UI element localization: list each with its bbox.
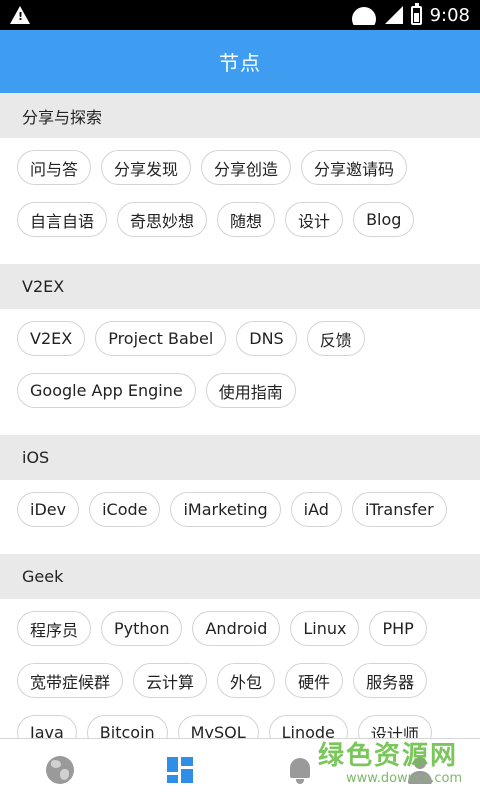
node-tag[interactable]: 程序员 xyxy=(17,611,92,646)
node-tag[interactable]: 设计师 xyxy=(357,715,432,738)
tab-nodes[interactable] xyxy=(120,739,240,800)
section-header-share: 分享与探索 xyxy=(0,93,480,138)
node-list[interactable]: 分享与探索 问与答 分享发现 分享创造 分享邀请码 自言自语 奇思妙想 随想 设… xyxy=(0,93,480,738)
node-tag[interactable]: 分享发现 xyxy=(101,150,192,185)
node-tag[interactable]: 宽带症候群 xyxy=(17,663,124,698)
node-tag[interactable]: Java xyxy=(17,715,77,738)
tag-group-v2ex: V2EX Project Babel DNS 反馈 Google App Eng… xyxy=(0,309,480,435)
tab-profile[interactable] xyxy=(360,739,480,800)
node-tag[interactable]: 分享创造 xyxy=(201,150,292,185)
node-tag[interactable]: PHP xyxy=(369,611,427,646)
node-tag[interactable]: 服务器 xyxy=(353,663,428,698)
node-tag[interactable]: iAd xyxy=(290,492,342,527)
node-tag[interactable]: 反馈 xyxy=(306,321,365,356)
status-right-group: 9:08 xyxy=(351,0,470,30)
wifi-icon xyxy=(351,5,377,25)
node-tag[interactable]: 随想 xyxy=(217,202,276,237)
node-tag[interactable]: 硬件 xyxy=(285,663,344,698)
battery-icon xyxy=(410,2,422,25)
tag-group-share: 问与答 分享发现 分享创造 分享邀请码 自言自语 奇思妙想 随想 设计 Blog xyxy=(0,138,480,264)
node-tag[interactable]: 使用指南 xyxy=(205,373,296,408)
node-tag[interactable]: 问与答 xyxy=(17,150,92,185)
section-header-v2ex: V2EX xyxy=(0,264,480,309)
page-title: 节点 xyxy=(219,51,261,75)
tab-explore[interactable] xyxy=(0,739,120,800)
bell-icon xyxy=(287,756,313,784)
node-tag[interactable]: 自言自语 xyxy=(17,202,108,237)
node-tag[interactable]: iMarketing xyxy=(170,492,281,527)
status-bar: 9:08 xyxy=(0,0,480,30)
tag-group-geek: 程序员 Python Android Linux PHP 宽带症候群 云计算 外… xyxy=(0,599,480,738)
node-tag[interactable]: 云计算 xyxy=(133,663,208,698)
nodes-grid-icon xyxy=(167,756,193,783)
status-time: 9:08 xyxy=(429,4,470,26)
node-tag[interactable]: DNS xyxy=(236,321,297,356)
node-tag[interactable]: Bitcoin xyxy=(86,715,168,738)
node-tag[interactable]: 设计 xyxy=(285,202,344,237)
node-tag[interactable]: Python xyxy=(101,611,183,646)
node-tag[interactable]: V2EX xyxy=(17,321,86,356)
node-tag[interactable]: Android xyxy=(192,611,281,646)
node-tag[interactable]: Google App Engine xyxy=(17,373,196,408)
node-tag[interactable]: iCode xyxy=(89,492,161,527)
warning-icon xyxy=(10,6,30,24)
node-tag[interactable]: Linode xyxy=(268,715,348,738)
node-tag[interactable]: Blog xyxy=(353,202,415,237)
tag-group-ios: iDev iCode iMarketing iAd iTransfer xyxy=(0,480,480,554)
node-tag[interactable]: iTransfer xyxy=(351,492,447,527)
node-tag[interactable]: MySQL xyxy=(177,715,259,738)
tab-notifications[interactable] xyxy=(240,739,360,800)
globe-icon xyxy=(46,755,74,784)
node-tag[interactable]: iDev xyxy=(17,492,80,527)
node-tag[interactable]: 分享邀请码 xyxy=(301,150,408,185)
section-header-geek: Geek xyxy=(0,554,480,599)
app-bar: 节点 xyxy=(0,30,480,93)
node-tag[interactable]: Linux xyxy=(290,611,360,646)
node-tag[interactable]: Project Babel xyxy=(95,321,227,356)
node-tag[interactable]: 外包 xyxy=(217,663,276,698)
section-header-ios: iOS xyxy=(0,435,480,480)
signal-icon xyxy=(384,6,403,24)
node-tag[interactable]: 奇思妙想 xyxy=(117,202,208,237)
person-icon xyxy=(407,756,433,784)
bottom-navigation xyxy=(0,738,480,800)
